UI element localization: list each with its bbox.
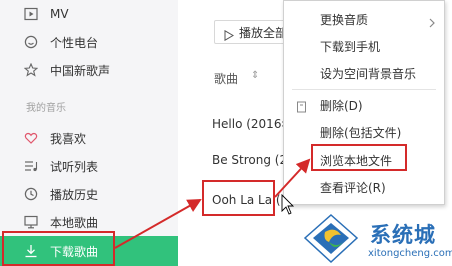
watermark-url: xitongcheng.com — [368, 248, 452, 259]
watermark-text: 系统城 — [370, 223, 436, 247]
